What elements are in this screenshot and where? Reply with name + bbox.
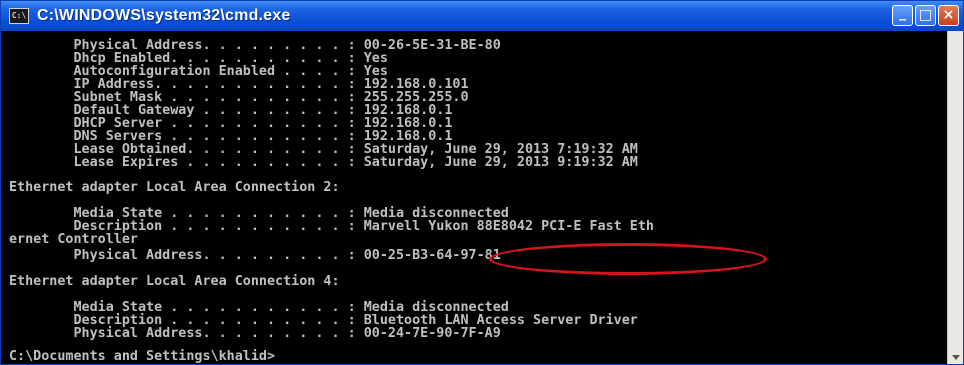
vertical-scrollbar[interactable]: [947, 31, 963, 364]
window-title: C:\WINDOWS\system32\cmd.exe: [37, 7, 291, 24]
console-line: ernet Controller: [9, 232, 138, 247]
console-line: Lease Expires . . . . . . . . . . : Satu…: [9, 155, 638, 170]
title-bar[interactable]: C:\ C:\WINDOWS\system32\cmd.exe _ □ ×: [1, 1, 963, 31]
command-prompt[interactable]: C:\Documents and Settings\khalid>: [9, 350, 275, 364]
console-line-physical-address: Physical Address. . . . . . . . . : 00-2…: [9, 248, 501, 263]
console-output[interactable]: Physical Address. . . . . . . . . : 00-2…: [1, 31, 947, 364]
adapter-heading: Ethernet adapter Local Area Connection 4…: [9, 274, 340, 289]
mac-address-highlight-circle: [489, 243, 767, 275]
scroll-down-arrow-icon[interactable]: [952, 355, 960, 360]
minimize-button[interactable]: _: [892, 5, 913, 26]
cmd-window: C:\ C:\WINDOWS\system32\cmd.exe _ □ × Ph…: [0, 0, 964, 365]
console-line: Physical Address. . . . . . . . . : 00-2…: [9, 326, 501, 341]
adapter-heading: Ethernet adapter Local Area Connection 2…: [9, 180, 340, 195]
close-button[interactable]: ×: [938, 5, 959, 26]
maximize-button[interactable]: □: [915, 5, 936, 26]
window-controls: _ □ ×: [892, 5, 959, 26]
cmd-console-icon[interactable]: C:\: [9, 8, 29, 24]
